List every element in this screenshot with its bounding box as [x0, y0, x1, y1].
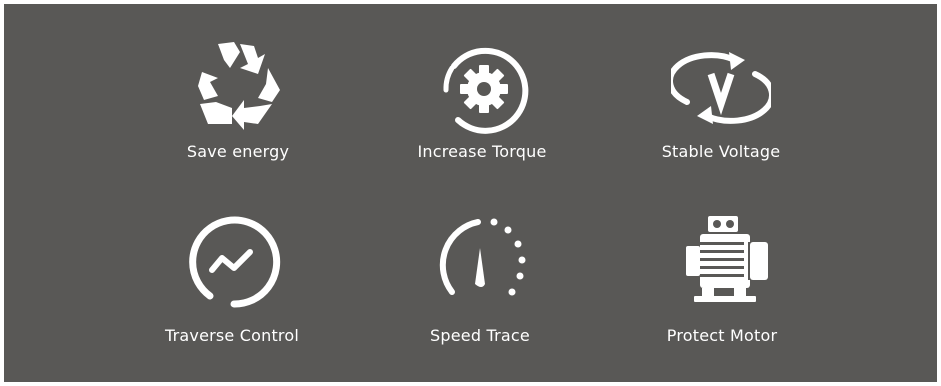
- voltage-cycle-icon: [671, 38, 771, 138]
- feature-label: Stable Voltage: [661, 142, 781, 161]
- trend-circle-icon: [182, 212, 282, 312]
- feature-save-energy: Save energy: [128, 38, 348, 188]
- recycle-icon: [188, 38, 288, 138]
- features-panel: Save energy Increase Torque Stable Volta…: [4, 4, 937, 382]
- feature-speed-trace: Speed Trace: [370, 212, 590, 362]
- motor-icon: [672, 212, 772, 312]
- feature-label: Save energy: [186, 142, 290, 161]
- feature-label: Traverse Control: [165, 326, 299, 345]
- feature-label: Speed Trace: [430, 326, 530, 345]
- feature-traverse-control: Traverse Control: [122, 212, 342, 362]
- gear-icon: [432, 38, 532, 138]
- speedometer-icon: [430, 212, 530, 312]
- feature-protect-motor: Protect Motor: [612, 212, 832, 362]
- feature-label: Increase Torque: [417, 142, 547, 161]
- feature-stable-voltage: Stable Voltage: [611, 38, 831, 188]
- feature-label: Protect Motor: [666, 326, 778, 345]
- feature-increase-torque: Increase Torque: [372, 38, 592, 188]
